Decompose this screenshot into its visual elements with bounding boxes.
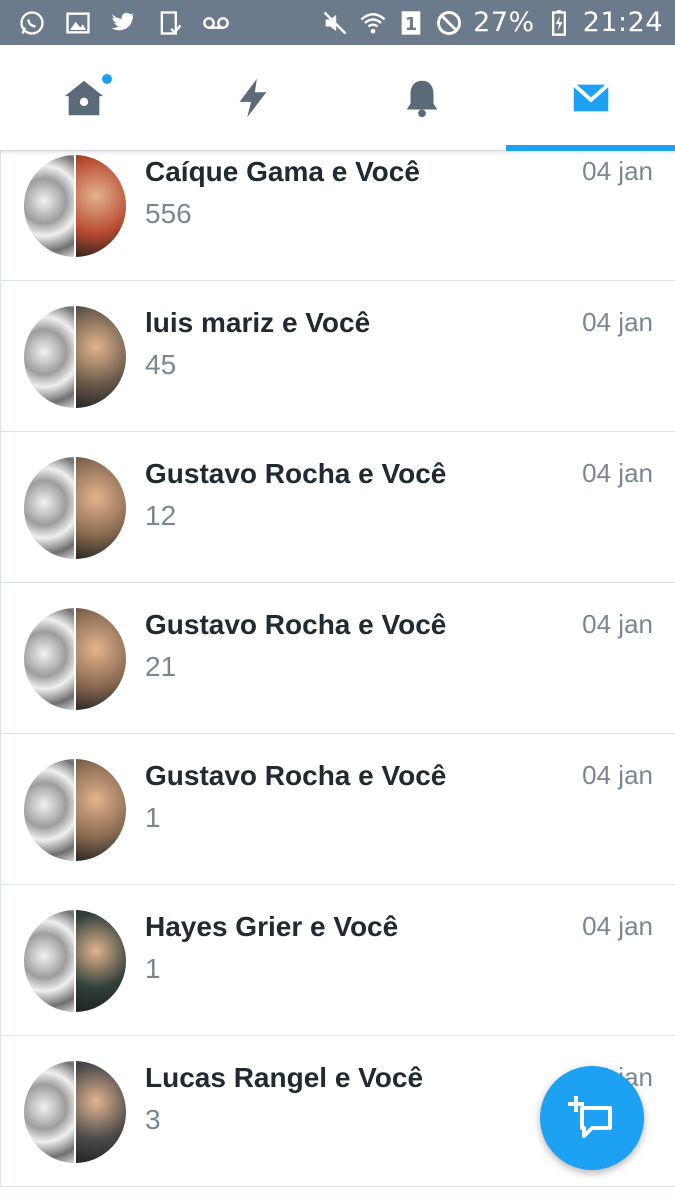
avatar <box>24 457 126 559</box>
conversation-preview: 1 <box>145 953 161 984</box>
battery-percent: 27% <box>473 7 535 38</box>
conversation-row[interactable]: Hayes Grier e Você 1 04 jan <box>0 885 675 1036</box>
avatar <box>24 155 126 257</box>
conversation-name: luis mariz e Você <box>145 307 371 338</box>
block-icon <box>435 9 463 37</box>
voicemail-icon <box>202 9 230 37</box>
avatar <box>24 608 126 710</box>
tab-messages[interactable] <box>506 45 675 151</box>
avatar-self <box>24 608 74 710</box>
avatar <box>24 306 126 408</box>
avatar <box>24 759 126 861</box>
conversation-row[interactable]: Gustavo Rocha e Você 12 04 jan <box>0 432 675 583</box>
home-icon <box>65 80 104 115</box>
tab-moments[interactable] <box>169 45 338 150</box>
avatar-self <box>24 759 74 861</box>
status-bar: 1 27% 21:24 <box>0 0 675 45</box>
unread-dot <box>102 74 112 84</box>
conversation-preview: 3 <box>145 1104 161 1135</box>
conversation-list: Caíque Gama e Você 556 04 jan luis mariz e … <box>0 130 675 1187</box>
tab-notifications[interactable] <box>338 45 507 150</box>
new-message-button[interactable] <box>540 1066 644 1170</box>
avatar-contact <box>76 910 126 1012</box>
conversation-row[interactable]: Caíque Gama e Você 556 04 jan <box>0 130 675 281</box>
conversation-date: 04 jan <box>582 156 653 186</box>
sim-slot-label: 1 <box>405 15 417 35</box>
status-bar-left <box>18 9 230 37</box>
sim-icon: 1 <box>397 9 425 37</box>
conversation-preview: 1 <box>145 802 161 833</box>
conversation-name: Gustavo Rocha e Você <box>145 609 447 640</box>
twitter-icon <box>110 9 138 37</box>
clock: 21:24 <box>582 7 663 38</box>
tab-home[interactable] <box>0 45 169 150</box>
avatar-contact <box>76 1061 126 1163</box>
bell-icon <box>406 80 438 117</box>
conversation-preview: 45 <box>145 349 177 380</box>
conversation-date: 04 jan <box>582 911 653 941</box>
tab-bar <box>0 45 675 151</box>
avatar-self <box>24 910 74 1012</box>
avatar-contact <box>76 457 126 559</box>
new-message-icon <box>568 1096 612 1138</box>
conversation-date: 04 jan <box>582 609 653 639</box>
conversation-name: Gustavo Rocha e Você <box>145 458 447 489</box>
battery-icon <box>545 9 573 37</box>
conversation-date: 04 jan <box>582 760 653 790</box>
conversation-date: 04 jan <box>582 458 653 488</box>
avatar-contact <box>76 759 126 861</box>
avatar-contact <box>76 608 126 710</box>
clipboard-check-icon <box>156 9 184 37</box>
avatar <box>24 910 126 1012</box>
avatar-contact <box>76 155 126 257</box>
conversation-row[interactable]: luis mariz e Você 45 04 jan <box>0 281 675 432</box>
mute-icon <box>321 9 349 37</box>
status-bar-right: 1 27% 21:24 <box>321 7 663 38</box>
avatar <box>24 1061 126 1163</box>
conversation-preview: 556 <box>145 198 192 229</box>
wifi-icon <box>359 9 387 37</box>
conversation-name: Caíque Gama e Você <box>145 156 420 187</box>
avatar-self <box>24 306 74 408</box>
conversation-preview: 21 <box>145 651 177 682</box>
conversation-name: Lucas Rangel e Você <box>145 1062 424 1093</box>
envelope-icon <box>572 82 610 111</box>
conversation-name: Gustavo Rocha e Você <box>145 760 447 791</box>
conversation-name: Hayes Grier e Você <box>145 911 399 942</box>
conversation-date: 04 jan <box>582 307 653 337</box>
conversation-row[interactable]: Gustavo Rocha e Você 21 04 jan <box>0 583 675 734</box>
conversation-row[interactable]: Gustavo Rocha e Você 1 04 jan <box>0 734 675 885</box>
image-icon <box>64 9 92 37</box>
lightning-icon <box>239 78 267 117</box>
avatar-contact <box>76 306 126 408</box>
conversation-preview: 12 <box>145 500 177 531</box>
avatar-self <box>24 155 74 257</box>
whatsapp-icon <box>18 9 46 37</box>
avatar-self <box>24 1061 74 1163</box>
avatar-self <box>24 457 74 559</box>
